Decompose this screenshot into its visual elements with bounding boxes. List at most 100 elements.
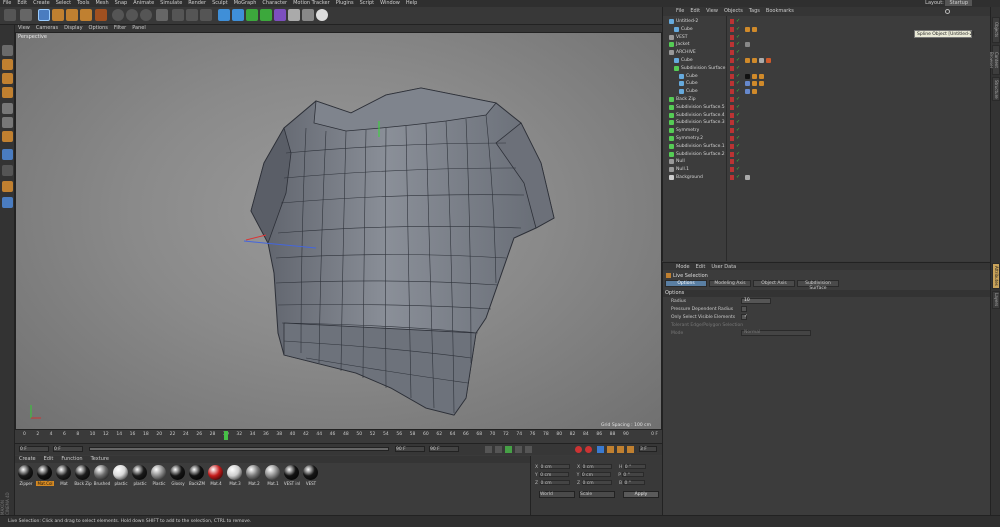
position-key-icon[interactable] xyxy=(607,446,614,453)
object-name[interactable]: Symmetry.2 xyxy=(676,136,703,141)
object-tag-icon[interactable] xyxy=(752,81,757,87)
visibility-flag-icon[interactable] xyxy=(730,159,734,165)
om-menu-objects[interactable]: Objects xyxy=(721,7,746,16)
object-tag-icon[interactable] xyxy=(759,73,764,79)
menu-animate[interactable]: Animate xyxy=(130,0,157,7)
object-row[interactable]: Cube ✓ xyxy=(663,80,991,88)
visibility-flag-icon[interactable] xyxy=(730,19,734,24)
coordinate-scale-select[interactable]: Scale xyxy=(579,491,615,498)
object-row[interactable]: ARCHIVE ✓ xyxy=(663,49,991,57)
object-row[interactable]: Null ✓ xyxy=(663,158,991,166)
material-menu-create[interactable]: Create xyxy=(15,456,40,463)
enabled-check-icon[interactable]: ✓ xyxy=(736,119,740,125)
enabled-check-icon[interactable]: ✓ xyxy=(736,96,740,102)
pen-spline-icon[interactable] xyxy=(232,9,244,21)
frame-range-slider[interactable] xyxy=(89,447,389,451)
enabled-check-icon[interactable]: ✓ xyxy=(736,26,740,32)
timeline-playhead[interactable] xyxy=(224,431,228,440)
floor-icon[interactable] xyxy=(288,9,300,21)
object-name[interactable]: Back Zip xyxy=(676,97,696,102)
object-row[interactable]: Subdivision Surface.5 ✓ xyxy=(663,104,991,112)
menu-plugins[interactable]: Plugins xyxy=(333,0,357,7)
polygons-mode-icon[interactable] xyxy=(2,131,13,142)
visibility-flag-icon[interactable] xyxy=(730,26,734,32)
enabled-check-icon[interactable]: ✓ xyxy=(736,127,740,133)
object-name[interactable]: Subdivision Surface.5 xyxy=(676,105,725,110)
object-row[interactable]: Null.1 ✓ xyxy=(663,166,991,174)
visibility-flag-icon[interactable] xyxy=(730,81,734,87)
object-name[interactable]: Subdivision Surface xyxy=(681,66,725,71)
max-frame-field[interactable]: 90 F xyxy=(395,446,425,452)
object-name[interactable]: Subdivision Surface.2 xyxy=(676,152,725,157)
object-tag-icon[interactable] xyxy=(752,58,757,63)
pos-y-field[interactable]: 0 cm xyxy=(539,472,570,478)
menu-mesh[interactable]: Mesh xyxy=(92,0,111,7)
workplane-lock-icon[interactable] xyxy=(2,197,13,208)
visibility-flag-icon[interactable] xyxy=(730,50,734,56)
enable-axis-icon[interactable] xyxy=(2,149,13,160)
tab-object-axis[interactable]: Object Axis xyxy=(753,280,795,287)
object-name[interactable]: Jacket xyxy=(676,42,690,47)
enabled-check-icon[interactable]: ✓ xyxy=(736,80,740,86)
material-swatch[interactable]: Mat.2 xyxy=(245,465,262,486)
undo-icon[interactable] xyxy=(4,9,16,21)
enabled-check-icon[interactable]: ✓ xyxy=(736,135,740,141)
size-y-field[interactable]: 0 cm xyxy=(580,472,611,478)
material-swatch[interactable]: BackZM xyxy=(188,465,205,486)
object-row[interactable]: Cube ✓ xyxy=(663,88,991,96)
object-tag-icon[interactable] xyxy=(745,26,750,32)
visibility-flag-icon[interactable] xyxy=(730,104,734,110)
object-row[interactable]: Cube ✓ xyxy=(663,57,991,65)
menu-select[interactable]: Select xyxy=(53,0,74,7)
visibility-flag-icon[interactable] xyxy=(730,58,734,63)
menu-file[interactable]: File xyxy=(0,0,14,7)
vest-mesh-model[interactable] xyxy=(16,33,662,430)
menu-create[interactable]: Create xyxy=(30,0,53,7)
viewport-menu-cameras[interactable]: Cameras xyxy=(33,25,61,32)
visibility-flag-icon[interactable] xyxy=(730,120,734,126)
om-menu-edit[interactable]: Edit xyxy=(687,7,703,16)
menu-tools[interactable]: Tools xyxy=(74,0,92,7)
layout-select[interactable]: Startup xyxy=(945,0,972,6)
pos-x-field[interactable]: 0 cm xyxy=(539,464,570,470)
material-menu-edit[interactable]: Edit xyxy=(40,456,58,463)
visibility-flag-icon[interactable] xyxy=(730,143,734,149)
menu-motion-tracker[interactable]: Motion Tracker xyxy=(290,0,333,7)
material-swatch[interactable]: Mat.Col xyxy=(36,465,54,486)
object-name[interactable]: Subdivision Surface.1 xyxy=(676,144,725,149)
min-frame-field[interactable]: 0 F xyxy=(53,446,83,452)
material-menu-texture[interactable]: Texture xyxy=(87,456,113,463)
visibility-flag-icon[interactable] xyxy=(730,167,734,173)
points-mode-icon[interactable] xyxy=(2,103,13,114)
om-menu-bookmarks[interactable]: Bookmarks xyxy=(763,7,797,16)
tab-subdivision-surface[interactable]: Subdivision Surface xyxy=(797,280,839,291)
object-name[interactable]: Cube xyxy=(686,81,698,86)
viewport-menu-filter[interactable]: Filter xyxy=(111,25,129,32)
light-icon[interactable] xyxy=(316,9,328,21)
object-tag-icon[interactable] xyxy=(752,73,757,79)
array-icon[interactable] xyxy=(260,9,272,21)
object-name[interactable]: Cube xyxy=(681,58,693,63)
redo-icon[interactable] xyxy=(20,9,32,21)
bend-deformer-icon[interactable] xyxy=(274,9,286,21)
render-picture-viewer-icon[interactable] xyxy=(186,9,198,21)
menu-snap[interactable]: Snap xyxy=(112,0,131,7)
render-settings-icon[interactable] xyxy=(200,9,212,21)
visibility-flag-icon[interactable] xyxy=(730,42,734,48)
object-row[interactable]: Cube ✓ xyxy=(663,73,991,81)
object-row[interactable]: Untitled-2 ✓ xyxy=(663,18,991,26)
enabled-check-icon[interactable]: ✓ xyxy=(736,174,740,180)
object-row[interactable]: Jacket ✓ xyxy=(663,41,991,49)
render-view-icon[interactable] xyxy=(172,9,184,21)
object-row[interactable]: Back Zip ✓ xyxy=(663,96,991,104)
record-icon[interactable] xyxy=(575,446,582,453)
live-selection-icon[interactable] xyxy=(38,9,50,21)
enabled-check-icon[interactable]: ✓ xyxy=(736,57,740,63)
menu-render[interactable]: Render xyxy=(185,0,209,7)
visibility-flag-icon[interactable] xyxy=(730,128,734,134)
material-swatch[interactable]: plastic xyxy=(131,465,148,486)
mode-select[interactable]: Normal xyxy=(741,330,811,336)
material-swatch[interactable]: VEST inl xyxy=(283,465,300,486)
object-tag-icon[interactable] xyxy=(759,58,764,63)
visibility-flag-icon[interactable] xyxy=(730,151,734,157)
